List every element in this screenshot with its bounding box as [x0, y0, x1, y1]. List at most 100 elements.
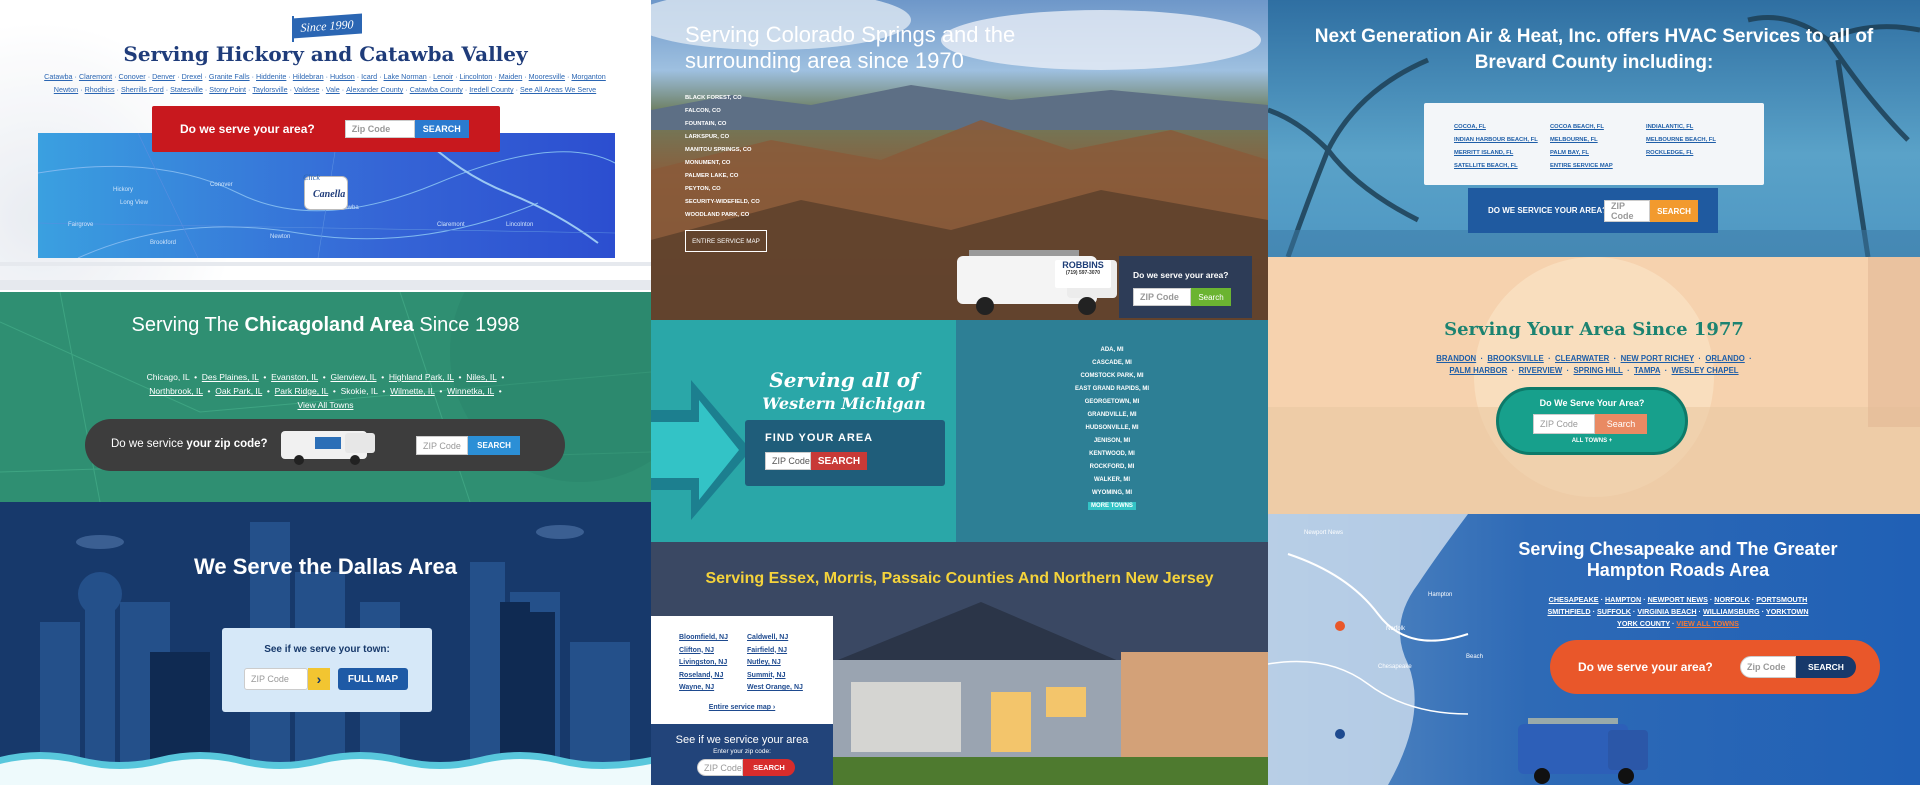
city-link[interactable]: Vale — [326, 85, 340, 94]
town-link[interactable]: MONUMENT, CO — [685, 157, 760, 170]
search-button[interactable]: Search — [1191, 288, 1231, 306]
city-link[interactable]: Newton — [54, 85, 78, 94]
town-link[interactable]: FOUNTAIN, CO — [685, 118, 760, 131]
town-link[interactable]: MERRITT ISLAND, FL — [1454, 147, 1538, 160]
entire-service-map-button[interactable]: ENTIRE SERVICE MAP — [685, 230, 767, 252]
town-link[interactable]: COCOA BEACH, FL — [1550, 121, 1613, 134]
town-link[interactable]: Fairfield, NJ — [747, 645, 803, 658]
city-link[interactable]: Northbrook, IL — [149, 386, 203, 396]
town-link[interactable]: Nutley, NJ — [747, 657, 803, 670]
city-link[interactable]: NORFOLK — [1714, 595, 1750, 604]
city-link[interactable]: ORLANDO — [1705, 354, 1744, 363]
zip-input[interactable]: ZIP Code — [1133, 288, 1191, 306]
city-link[interactable]: PORTSMOUTH — [1756, 595, 1807, 604]
entire-service-map-link[interactable]: ENTIRE SERVICE MAP — [1550, 160, 1613, 173]
city-link[interactable]: Maiden — [499, 72, 523, 81]
town-link[interactable]: ROCKLEDGE, FL — [1646, 147, 1716, 160]
city-link[interactable]: Hiddenite — [256, 72, 286, 81]
view-all-towns-link[interactable]: VIEW ALL TOWNS — [1676, 619, 1739, 628]
city-link[interactable]: Granite Falls — [209, 72, 250, 81]
town-link[interactable]: Clifton, NJ — [679, 645, 728, 658]
town-link[interactable]: EAST GRAND RAPIDS, MI — [971, 383, 1253, 396]
town-link[interactable]: Wayne, NJ — [679, 682, 728, 695]
city-link[interactable]: Drexel — [182, 72, 203, 81]
town-link[interactable]: SATELLITE BEACH, FL — [1454, 160, 1538, 173]
city-link[interactable]: WESLEY CHAPEL — [1672, 366, 1739, 375]
city-link[interactable]: Glenview, IL — [330, 372, 376, 382]
city-link[interactable]: Skokie, IL — [341, 386, 378, 396]
town-link[interactable]: West Orange, NJ — [747, 682, 803, 695]
search-button[interactable]: SEARCH — [1796, 656, 1856, 678]
city-link[interactable]: Winnetka, IL — [447, 386, 494, 396]
city-link[interactable]: PALM HARBOR — [1449, 366, 1507, 375]
city-link[interactable]: Morganton — [571, 72, 605, 81]
city-link[interactable]: SMITHFIELD — [1547, 607, 1590, 616]
town-link[interactable]: ROCKFORD, MI — [971, 461, 1253, 474]
city-link[interactable]: NEW PORT RICHEY — [1621, 354, 1695, 363]
town-link[interactable]: INDIALANTIC, FL — [1646, 121, 1716, 134]
city-link[interactable]: Oak Park, IL — [215, 386, 262, 396]
city-link[interactable]: Stony Point — [209, 85, 246, 94]
city-link[interactable]: Highland Park, IL — [389, 372, 454, 382]
town-link[interactable]: MELBOURNE, FL — [1550, 134, 1613, 147]
town-link[interactable]: HUDSONVILLE, MI — [971, 422, 1253, 435]
all-towns-link[interactable]: ALL TOWNS + — [1499, 438, 1685, 444]
city-link[interactable]: Denver — [152, 72, 175, 81]
town-link[interactable]: Bloomfield, NJ — [679, 632, 728, 645]
town-link[interactable]: Caldwell, NJ — [747, 632, 803, 645]
search-button[interactable]: Search — [1595, 414, 1647, 434]
zip-input[interactable]: ZIP Code — [244, 668, 308, 690]
city-link[interactable]: Evanston, IL — [271, 372, 318, 382]
city-link[interactable]: Niles, IL — [466, 372, 496, 382]
zip-input[interactable]: ZIP Code — [1604, 200, 1650, 222]
zip-input[interactable]: Zip Code — [1740, 656, 1796, 678]
zip-input[interactable]: ZIP Code — [765, 452, 811, 470]
city-link[interactable]: Hildebran — [293, 72, 324, 81]
view-all-towns-link[interactable]: View All Towns — [298, 400, 354, 410]
search-button[interactable]: SEARCH — [811, 452, 867, 470]
town-link[interactable]: GRANDVILLE, MI — [971, 409, 1253, 422]
service-map[interactable] — [1268, 514, 1508, 785]
city-link[interactable]: CHESAPEAKE — [1549, 595, 1599, 604]
town-link[interactable]: WYOMING, MI — [971, 487, 1253, 500]
city-link[interactable]: Alexander County — [346, 85, 403, 94]
city-link[interactable]: Valdese — [294, 85, 319, 94]
zip-input[interactable]: ZIP Code — [416, 436, 468, 455]
town-link[interactable]: Roseland, NJ — [679, 670, 728, 683]
city-link[interactable]: Rhodhiss — [85, 85, 115, 94]
town-link[interactable]: LARKSPUR, CO — [685, 131, 760, 144]
full-map-button[interactable]: FULL MAP — [338, 668, 408, 690]
city-link[interactable]: RIVERVIEW — [1519, 366, 1563, 375]
town-link[interactable]: FALCON, CO — [685, 105, 760, 118]
city-link[interactable]: SUFFOLK — [1597, 607, 1631, 616]
city-link[interactable]: Taylorsville — [252, 85, 287, 94]
city-link[interactable]: SPRING HILL — [1573, 366, 1622, 375]
city-link[interactable]: BRANDON — [1436, 354, 1476, 363]
city-link[interactable]: CLEARWATER — [1555, 354, 1609, 363]
town-link[interactable]: Livingston, NJ — [679, 657, 728, 670]
search-button[interactable]: SEARCH — [743, 759, 795, 776]
city-link[interactable]: Conover — [119, 72, 146, 81]
city-link[interactable]: NEWPORT NEWS — [1648, 595, 1708, 604]
city-link[interactable]: Lenoir — [433, 72, 453, 81]
city-link[interactable]: BROOKSVILLE — [1487, 354, 1543, 363]
town-link[interactable]: KENTWOOD, MI — [971, 448, 1253, 461]
city-link[interactable]: Claremont — [79, 72, 112, 81]
city-link[interactable]: WILLIAMSBURG — [1703, 607, 1760, 616]
town-link[interactable]: WALKER, MI — [971, 474, 1253, 487]
town-link[interactable]: BLACK FOREST, CO — [685, 92, 760, 105]
city-link[interactable]: YORK COUNTY — [1617, 619, 1670, 628]
city-link[interactable]: Park Ridge, IL — [275, 386, 329, 396]
city-link[interactable]: Sherrills Ford — [121, 85, 164, 94]
city-link[interactable]: VIRGINIA BEACH — [1637, 607, 1696, 616]
city-link[interactable]: Hudson — [330, 72, 355, 81]
city-link[interactable]: Lake Norman — [384, 72, 427, 81]
town-link[interactable]: JENISON, MI — [971, 435, 1253, 448]
town-link[interactable]: MELBOURNE BEACH, FL — [1646, 134, 1716, 147]
city-link[interactable]: HAMPTON — [1605, 595, 1641, 604]
city-link[interactable]: Statesville — [170, 85, 203, 94]
town-link[interactable]: PALMER LAKE, CO — [685, 170, 760, 183]
city-link[interactable]: Lincolnton — [460, 72, 493, 81]
town-link[interactable]: PEYTON, CO — [685, 183, 760, 196]
entire-service-map-link[interactable]: Entire service map › — [651, 704, 833, 711]
